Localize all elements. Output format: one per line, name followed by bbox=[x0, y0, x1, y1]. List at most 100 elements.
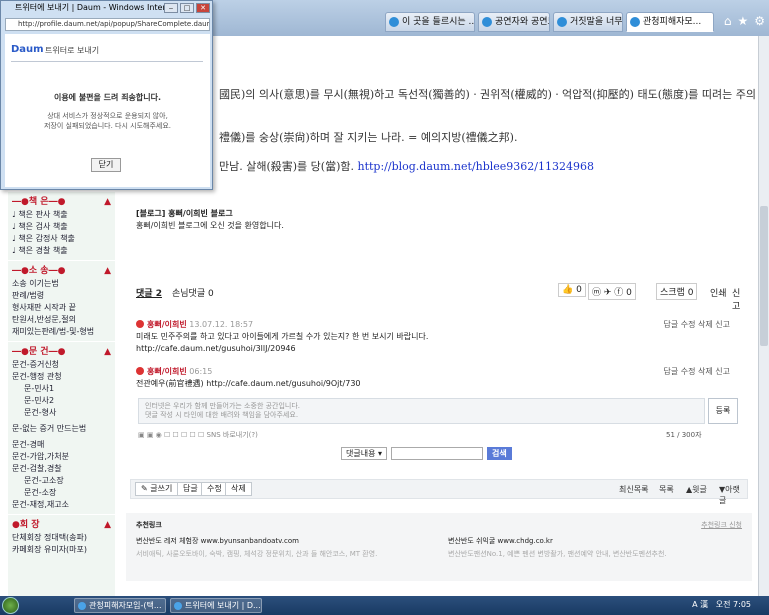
comment-author[interactable]: 홍뻐/이희빈 bbox=[147, 320, 187, 329]
comment-text: 전관예우(前官禮遇) http://cafe.daum.net/gusuhoi/… bbox=[136, 379, 361, 388]
sidebar-item[interactable]: 문-민사1 bbox=[8, 383, 115, 395]
like-button[interactable]: 👍 0 bbox=[558, 283, 586, 297]
collapse-toggle-icon[interactable]: ▲ bbox=[104, 264, 111, 278]
next-post-link[interactable]: ▼아랫글 bbox=[719, 484, 747, 506]
popup-window: 트위터에 보내기 | Daum - Windows Inter... ‒ □ ✕… bbox=[0, 0, 213, 190]
ime-indicator[interactable]: A 漢 bbox=[692, 600, 708, 609]
sidebar-item[interactable]: 카페회장 유미자(마포) bbox=[8, 544, 115, 556]
taskbar-item[interactable]: 트위터에 보내기 | D... bbox=[170, 598, 262, 613]
recommend-desc: 변산반도팬션No.1, 예쁜 펜션 변방촬가, 팬션예약 안내, 변산반도펜션추… bbox=[448, 550, 667, 558]
clock[interactable]: 오전 7:05 bbox=[716, 600, 751, 609]
article-link[interactable]: http://blog.daum.net/hblee9362/11324968 bbox=[358, 160, 595, 173]
start-button[interactable] bbox=[2, 597, 19, 614]
edit-button[interactable]: 수정 bbox=[201, 482, 228, 496]
sidebar-section-documents: ―●문 건―● ▲ 문건-증거신청 문건-행정 관청 문-민사1 문-민사2 문건… bbox=[8, 341, 115, 514]
comment-count-tab[interactable]: 댓글 2 bbox=[136, 286, 162, 299]
recommend-link[interactable]: 변산반도 쉬익굴 www.chdg.co.kr bbox=[448, 535, 553, 548]
error-detail: 상대 서비스가 정상적으로 운용되지 않아, 저장이 실패되었습니다. 다시 시… bbox=[43, 112, 172, 130]
scrap-button[interactable]: 스크랩 0 bbox=[656, 283, 698, 300]
collapse-toggle-icon[interactable]: ▲ bbox=[104, 195, 111, 209]
home-icon[interactable]: ⌂ bbox=[724, 14, 732, 28]
sidebar-item[interactable]: 문건-소장 bbox=[8, 487, 115, 499]
recommend-desc: 서비애틱, 사륜오토바이, 숙박, 캠핑, 체석강 정문위치, 산과 들 해안코… bbox=[136, 550, 378, 558]
sidebar-item[interactable]: 문-민사2 bbox=[8, 395, 115, 407]
delete-button[interactable]: 삭제 bbox=[225, 482, 252, 496]
comment-item: 홍뻐/이희빈 13.07.12. 18:57 답글 수정 삭제 신고 미래도 민… bbox=[136, 319, 742, 355]
comment-input[interactable]: 인터넷은 우리가 함께 만들어가는 소중한 공간입니다. 댓글 작성 시 타인에… bbox=[138, 398, 705, 424]
search-button[interactable]: 검색 bbox=[487, 447, 512, 460]
report-link[interactable]: 신고 bbox=[732, 286, 742, 312]
sidebar-item[interactable]: 문건-행정 관청 bbox=[8, 371, 115, 383]
minimize-icon[interactable]: ‒ bbox=[164, 3, 178, 13]
post-action-bar: ✎ 글쓰기 답글 수정 삭제 최신목록 목록 ▲윗글 ▼아랫글 bbox=[130, 479, 748, 505]
sidebar-item[interactable]: 문건-검찰,경찰 bbox=[8, 463, 115, 475]
popup-address-bar[interactable]: http://profile.daum.net/api/popup/ShareC… bbox=[5, 18, 210, 31]
guest-comment-tab[interactable]: 손님댓글 0 bbox=[172, 286, 214, 299]
sidebar-item[interactable]: ♩ 책은 검사 책출 bbox=[8, 221, 115, 233]
sidebar-item[interactable]: 재미있는판례/법-및-형법 bbox=[8, 326, 115, 338]
sidebar-section-title: ―●문 건―● ▲ bbox=[12, 345, 111, 359]
sidebar-section-lawsuit: ―●소 송―● ▲ 소송 이기는법 판례/법령 형사재판 시작과 끝 탄원서,반성… bbox=[8, 260, 115, 341]
close-icon[interactable]: ✕ bbox=[196, 3, 210, 13]
sidebar-item[interactable]: 문건-재정,재고소 bbox=[8, 499, 115, 511]
article-line: 만남. 살해(殺害)를 당(當)함. http://blog.daum.net/… bbox=[219, 160, 595, 173]
comment-url[interactable]: http://cafe.daum.net/gusuhoi/3llJ/20946 bbox=[136, 343, 742, 355]
comment-search-row: 댓글내용 ▾ 검색 bbox=[341, 447, 512, 460]
daum-logo: Daum bbox=[11, 44, 44, 55]
sidebar-item[interactable]: 문건-형사 bbox=[8, 407, 115, 419]
browser-tab[interactable]: 공연자와 공연도... bbox=[478, 12, 550, 32]
list-link[interactable]: 목록 bbox=[659, 484, 674, 495]
error-message: 이용에 불편을 드려 죄송합니다. bbox=[53, 93, 162, 102]
search-input[interactable] bbox=[391, 447, 484, 460]
comment-author[interactable]: 홍뻐/이희빈 bbox=[147, 367, 187, 376]
register-button[interactable]: 등록 bbox=[708, 398, 738, 424]
reply-button[interactable]: 답글 bbox=[177, 482, 204, 496]
sidebar-item[interactable]: 문건-가압,가처분 bbox=[8, 451, 115, 463]
article-area: 國民)의 의사(意思)를 무시(無視)하고 독선적(獨善的)ㆍ권위적(權威的)ㆍ… bbox=[126, 36, 756, 596]
print-link[interactable]: 인쇄 bbox=[710, 286, 727, 299]
favorites-star-icon[interactable]: ★ bbox=[737, 14, 748, 28]
sidebar-item[interactable]: 탄원서,반성문,절의 bbox=[8, 314, 115, 326]
browser-tab[interactable]: 거짓말을 너무하... bbox=[553, 12, 623, 32]
sidebar-item[interactable]: ♩ 책은 경찰 책출 bbox=[8, 245, 115, 257]
page-scrollbar[interactable] bbox=[758, 36, 769, 596]
comment-actions[interactable]: 답글 수정 삭제 신고 bbox=[663, 366, 730, 378]
sidebar-item[interactable]: 문건-고소장 bbox=[8, 475, 115, 487]
collapse-toggle-icon[interactable]: ▲ bbox=[104, 345, 111, 359]
recent-list-link[interactable]: 최신목록 bbox=[619, 484, 648, 495]
close-button[interactable]: 닫기 bbox=[91, 158, 121, 172]
profile-title[interactable]: [블로그] 홍뻐/이희빈 블로그 bbox=[136, 208, 284, 220]
comment-actions[interactable]: 답글 수정 삭제 신고 bbox=[663, 319, 730, 331]
sidebar-item[interactable]: ♩ 책은 판사 책출 bbox=[8, 209, 115, 221]
sidebar-item[interactable]: 단체회장 정대택(송파) bbox=[8, 532, 115, 544]
comment-toolbar: 댓글 2 손님댓글 0 👍 0 ⓜ ✈ ⓕ 0 스크랩 0 인쇄 신고 bbox=[136, 283, 742, 312]
recommend-link[interactable]: 변산반도 레저 체험장 www.byunsanbandoatv.com bbox=[136, 535, 299, 548]
scrollbar-thumb[interactable] bbox=[760, 206, 768, 346]
recommend-apply-link[interactable]: 추천링크 신청 bbox=[701, 519, 742, 532]
recommend-footer: 추천링크 추천링크 신청 변산반도 레저 체험장 www.byunsanband… bbox=[126, 513, 752, 581]
sidebar-item[interactable]: 문-없는 증거 만드는법 bbox=[8, 423, 115, 435]
browser-tab-active[interactable]: 관청피해자모... bbox=[626, 12, 714, 32]
popup-header: 트위터로 보내기 bbox=[45, 46, 100, 55]
author-avatar-icon bbox=[136, 320, 144, 328]
sidebar-item[interactable]: 문건-경매 bbox=[8, 439, 115, 451]
article-line: 國民)의 의사(意思)를 무시(無視)하고 독선적(獨善的)ㆍ권위적(權威的)ㆍ… bbox=[219, 88, 757, 101]
settings-gear-icon[interactable]: ⚙ bbox=[754, 14, 765, 28]
divider bbox=[11, 61, 203, 62]
prev-post-link[interactable]: ▲윗글 bbox=[686, 484, 707, 495]
share-button[interactable]: ⓜ ✈ ⓕ 0 bbox=[588, 283, 636, 300]
collapse-toggle-icon[interactable]: ▲ bbox=[104, 518, 111, 532]
maximize-icon[interactable]: □ bbox=[180, 3, 194, 13]
sidebar-item[interactable]: ♩ 책은 감정사 책출 bbox=[8, 233, 115, 245]
recommend-heading: 추천링크 bbox=[136, 521, 162, 529]
article-line: 禮儀)를 숭상(崇尙)하며 잘 지키는 나라. = 예의지방(禮儀之邦). bbox=[219, 131, 518, 144]
sidebar-item[interactable]: 판례/법령 bbox=[8, 290, 115, 302]
sidebar-item[interactable]: 형사재판 시작과 끝 bbox=[8, 302, 115, 314]
browser-tab[interactable]: 이 곳을 들르시는 ... bbox=[385, 12, 475, 32]
sidebar-item[interactable]: 소송 이기는법 bbox=[8, 278, 115, 290]
taskbar-item[interactable]: 관청피해자모임-(택... bbox=[74, 598, 166, 613]
profile-desc: 홍뻐/이희빈 블로그에 오신 것을 환영합니다. bbox=[136, 221, 284, 230]
sidebar-item[interactable]: 문건-증거신청 bbox=[8, 359, 115, 371]
search-scope-select[interactable]: 댓글내용 ▾ bbox=[341, 447, 388, 460]
write-button[interactable]: ✎ 글쓰기 bbox=[135, 482, 179, 496]
